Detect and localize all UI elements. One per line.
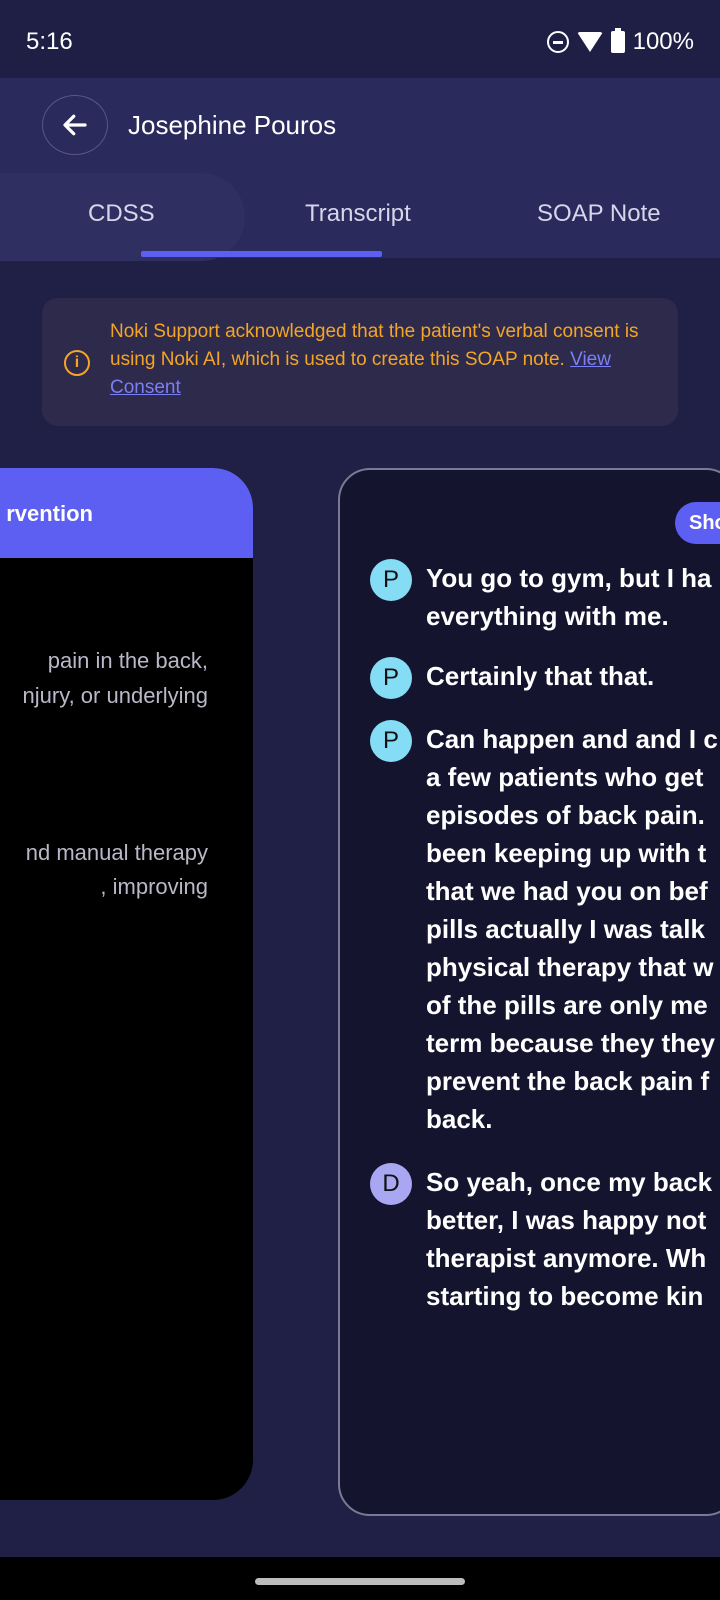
transcript-message: D So yeah, once my back better, I was ha…: [370, 1163, 712, 1315]
transcript-message: P Certainly that that.: [370, 657, 654, 699]
info-icon: i: [64, 350, 90, 376]
speaker-avatar: P: [370, 720, 412, 762]
tab-cdss[interactable]: CDSS: [88, 200, 155, 228]
message-text: Certainly that that.: [426, 661, 655, 691]
message-text: You go to gym, but I ha everything with …: [426, 563, 712, 631]
speaker-avatar: P: [370, 657, 412, 699]
tab-transcript[interactable]: Transcript: [305, 200, 411, 228]
intervention-card-header: rvention: [0, 468, 253, 558]
speaker-avatar: D: [370, 1163, 412, 1205]
transcript-card[interactable]: Sho P You go to gym, but I ha everything…: [338, 468, 720, 1516]
intervention-card-title: rvention: [6, 501, 93, 526]
status-time: 5:16: [26, 28, 73, 55]
do-not-disturb-icon: [546, 31, 569, 53]
message-text: Can happen and and I c a few patients wh…: [426, 724, 718, 1134]
app-header: Josephine Pouros CDSS Transcript SOAP No…: [0, 78, 720, 261]
arrow-left-icon: [63, 114, 87, 136]
intervention-text-line: , improving: [100, 874, 208, 899]
intervention-card[interactable]: rvention pain in the back, njury, or und…: [0, 468, 253, 1500]
status-icons: 100%: [546, 28, 694, 56]
wifi-icon: [576, 32, 603, 52]
transcript-message: P Can happen and and I c a few patients …: [370, 720, 718, 1138]
speaker-avatar: P: [370, 559, 412, 601]
consent-banner: i Noki Support acknowledged that the pat…: [42, 298, 678, 426]
message-text: So yeah, once my back better, I was happ…: [426, 1167, 713, 1311]
tab-indicator: [141, 251, 382, 257]
status-bar: 5:16 100%: [0, 0, 720, 78]
battery-percent: 100%: [632, 28, 694, 55]
show-button[interactable]: Sho: [675, 502, 720, 544]
transcript-message: P You go to gym, but I ha everything wit…: [370, 559, 712, 635]
consent-message: Noki Support acknowledged that the patie…: [110, 321, 639, 370]
home-gesture-handle[interactable]: [255, 1578, 465, 1585]
battery-charging-icon: [610, 28, 625, 53]
intervention-text-line: njury, or underlying: [22, 683, 208, 708]
consent-text: Noki Support acknowledged that the patie…: [110, 318, 650, 402]
intervention-text-line: pain in the back,: [47, 648, 208, 673]
tab-soap-note[interactable]: SOAP Note: [537, 200, 661, 228]
back-button[interactable]: [42, 95, 108, 155]
patient-name: Josephine Pouros: [128, 110, 337, 140]
intervention-text-line: nd manual therapy: [25, 840, 208, 865]
system-nav-bar: [0, 1557, 720, 1600]
